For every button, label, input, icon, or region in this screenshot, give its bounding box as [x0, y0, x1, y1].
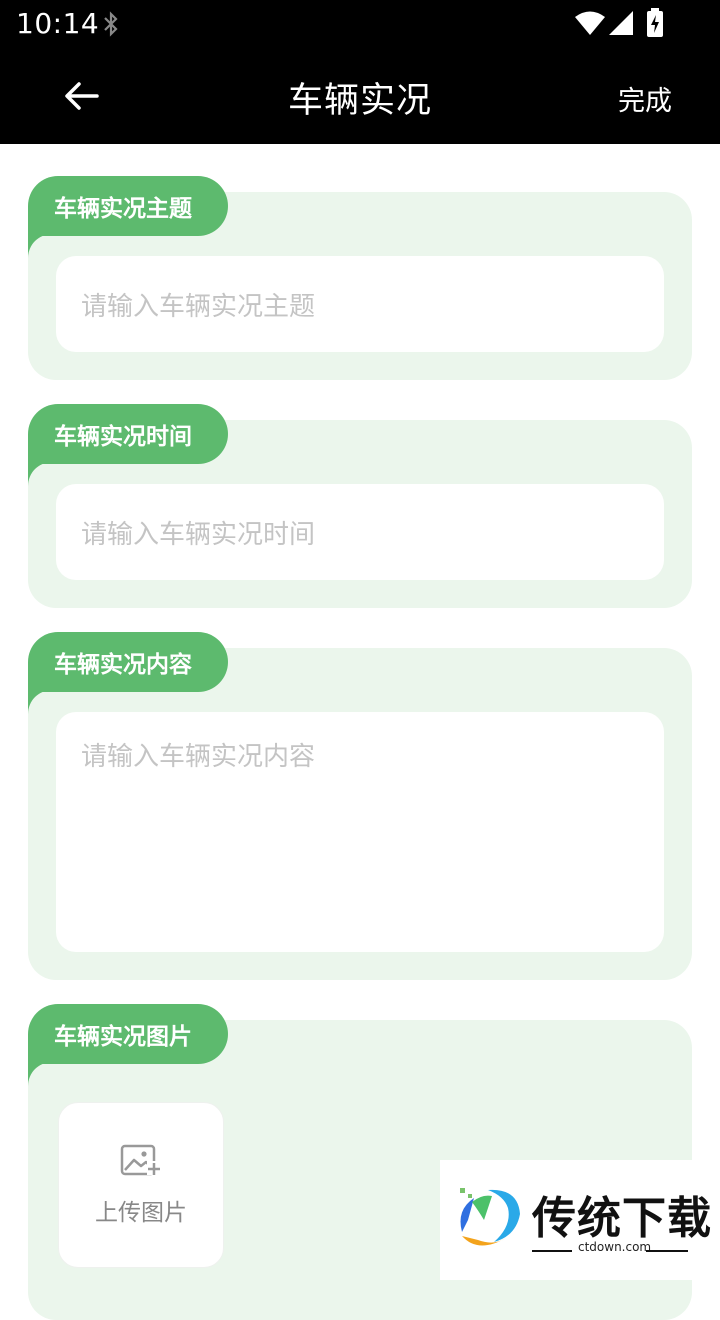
upload-image-button[interactable]: 上传图片 — [58, 1102, 224, 1268]
watermark-rule-right — [646, 1250, 688, 1252]
page-title: 车辆实况 — [287, 81, 432, 121]
bluetooth-icon — [100, 10, 122, 42]
images-label: 车辆实况图片 — [28, 1004, 228, 1064]
watermark-site: ctdown.com — [578, 1240, 652, 1254]
time-input[interactable]: 请输入车辆实况时间 — [56, 484, 664, 580]
watermark-brand: 传统下载 — [532, 1193, 712, 1244]
subject-input[interactable]: 请输入车辆实况主题 — [56, 256, 664, 352]
tab-corner — [28, 234, 58, 258]
add-image-icon — [120, 1144, 161, 1176]
done-button[interactable]: 完成 — [618, 79, 672, 118]
content-textarea[interactable]: 请输入车辆实况内容 — [56, 712, 664, 952]
time-label: 车辆实况时间 — [28, 404, 228, 464]
subject-label: 车辆实况主题 — [28, 176, 228, 236]
watermark-rule-left — [532, 1250, 572, 1252]
content-label: 车辆实况内容 — [28, 632, 228, 692]
tab-corner — [28, 462, 58, 486]
signal-icon — [608, 10, 634, 40]
watermark-logo — [460, 1188, 520, 1246]
status-bar: 10:14 — [0, 0, 720, 48]
battery-icon — [646, 8, 664, 42]
watermark: 传统下载 ctdown.com — [440, 1160, 720, 1280]
status-time: 10:14 — [16, 7, 100, 40]
upload-image-label: 上传图片 — [95, 1200, 187, 1226]
content-section: 车辆实况内容 请输入车辆实况内容 — [28, 632, 692, 980]
tab-corner — [28, 1062, 58, 1086]
time-section: 车辆实况时间 请输入车辆实况时间 — [28, 404, 692, 608]
subject-section: 车辆实况主题 请输入车辆实况主题 — [28, 176, 692, 380]
top-app-bar: 车辆实况 完成 — [0, 48, 720, 144]
tab-corner — [28, 690, 58, 714]
wifi-icon — [574, 10, 606, 40]
